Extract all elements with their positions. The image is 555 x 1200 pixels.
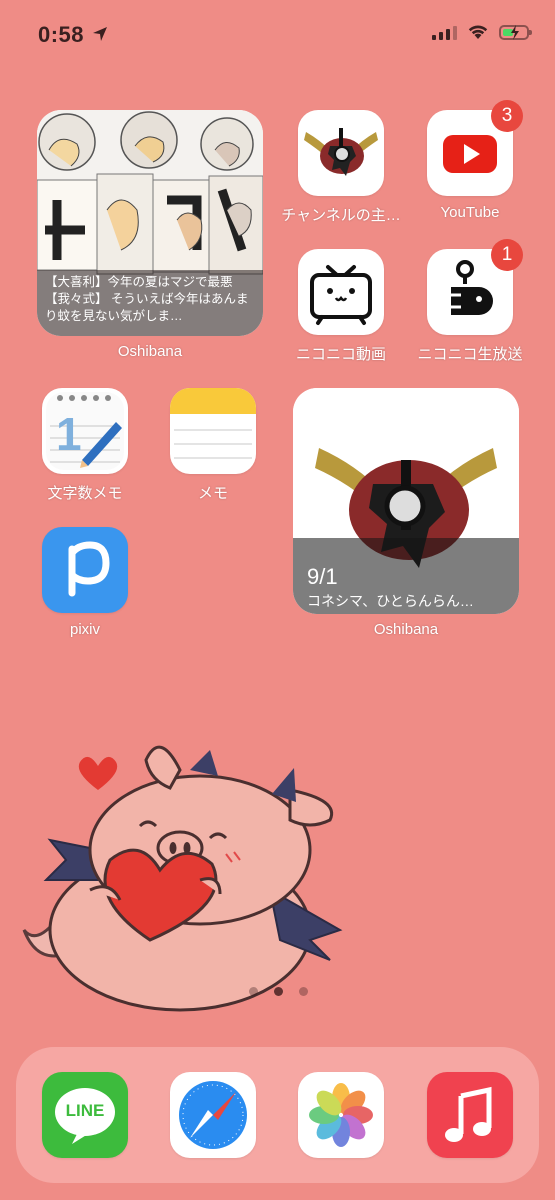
nicolive-icon: 1 (427, 239, 523, 335)
app-nicolive[interactable]: 1 ニコニコ生放送 (417, 239, 523, 364)
music-note-icon (427, 1072, 513, 1158)
line-icon: LINE (42, 1072, 128, 1158)
widget-caption: コネシマ、ひとらんらん… (307, 593, 474, 609)
app-channel[interactable]: チャンネルの主… (281, 110, 401, 225)
status-time: 0:58 (38, 22, 85, 47)
app-label: チャンネルの主… (281, 207, 401, 224)
app-label: pixiv (69, 621, 100, 638)
cellular-signal-icon (432, 24, 457, 40)
app-mojisu-memo[interactable]: 1 文字数メモ (42, 388, 128, 503)
dock-app-photos[interactable] (298, 1072, 384, 1158)
location-arrow-icon (92, 26, 108, 47)
dock-app-safari[interactable] (170, 1072, 256, 1158)
wallpaper-pig-illustration (22, 745, 343, 1012)
svg-text:1: 1 (56, 408, 82, 460)
channel-emblem-icon (298, 110, 384, 196)
oshibana-widget-emblem[interactable]: 9/1 コネシマ、ひとらんらん… (293, 388, 519, 614)
battery-icon (499, 24, 532, 40)
oshibana-widget-manga[interactable]: 【大喜利】今年の夏はマジで最悪【我々式】 そういえば今年はあんまり蚊を見ない気が… (37, 110, 263, 336)
dock-app-line[interactable]: LINE (42, 1072, 128, 1158)
notification-badge: 1 (491, 239, 523, 271)
app-youtube[interactable]: 3 YouTube (427, 100, 523, 221)
character-count-memo-icon: 1 (42, 388, 128, 474)
notification-badge: 3 (491, 100, 523, 132)
app-label: 文字数メモ (47, 485, 123, 502)
app-niconico[interactable]: ニコニコ動画 (296, 249, 386, 364)
page-dot[interactable] (249, 987, 258, 996)
app-label: ニコニコ動画 (295, 346, 386, 363)
page-dot[interactable] (299, 987, 308, 996)
app-label: メモ (197, 485, 228, 502)
status-indicators (432, 24, 532, 40)
app-label: ニコニコ生放送 (417, 346, 523, 363)
widget-label-oshibana: Oshibana (373, 621, 439, 638)
app-memo[interactable]: メモ (170, 388, 256, 503)
page-indicator[interactable] (249, 987, 308, 996)
app-pixiv[interactable]: pixiv (42, 527, 128, 638)
page-dot-current[interactable] (274, 987, 283, 996)
widget-caption: 【大喜利】今年の夏はマジで最悪【我々式】 そういえば今年はあんまり蚊を見ない気が… (45, 275, 249, 323)
wifi-icon (468, 25, 488, 39)
pixiv-icon (42, 527, 128, 613)
line-logo-text: LINE (65, 1101, 105, 1120)
dock-app-music[interactable] (427, 1072, 513, 1158)
widget-label-oshibana: Oshibana (117, 343, 183, 360)
widget-date: 9/1 (307, 564, 338, 589)
photos-flower-icon (298, 1072, 384, 1158)
notes-icon (170, 388, 256, 474)
niconico-tv-icon (298, 249, 384, 335)
app-label: YouTube (440, 204, 500, 221)
safari-compass-icon (170, 1072, 256, 1158)
youtube-icon: 3 (427, 100, 523, 196)
